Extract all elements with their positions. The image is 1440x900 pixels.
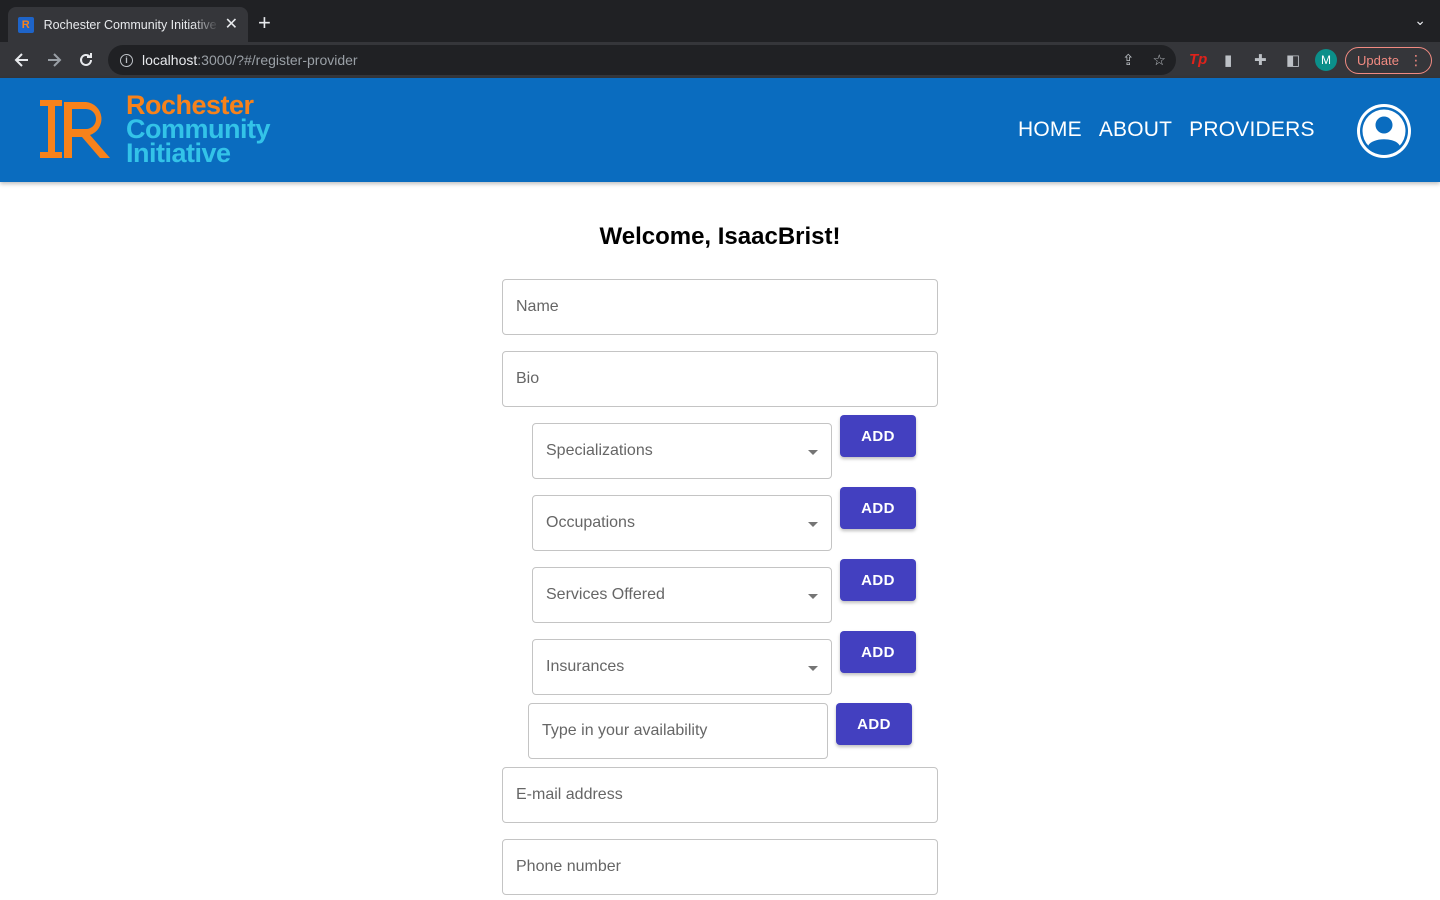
welcome-heading: Welcome, IsaacBrist! [599, 223, 841, 250]
main-nav: HOME ABOUT PROVIDERS [1018, 118, 1315, 142]
account-icon[interactable] [1357, 104, 1411, 158]
tab-close-icon[interactable]: ✕ [225, 16, 238, 33]
services-label: Services Offered [546, 586, 665, 603]
logo-mark-icon [40, 100, 110, 158]
extensions-puzzle-icon[interactable]: ✚ [1254, 51, 1267, 69]
nav-providers[interactable]: PROVIDERS [1189, 118, 1315, 142]
app-header: Rochester Community Initiative HOME ABOU… [0, 78, 1440, 182]
logo-line-3: Initiative [126, 138, 231, 168]
browser-tab-bar: R Rochester Community Initiative ✕ + ⌄ [0, 0, 1440, 42]
insurances-label: Insurances [546, 658, 625, 675]
url-host: localhost [142, 52, 198, 68]
occupations-label: Occupations [546, 514, 635, 531]
specializations-label: Specializations [546, 442, 653, 459]
name-placeholder: Name [516, 298, 559, 315]
nav-home[interactable]: HOME [1018, 118, 1082, 142]
update-button[interactable]: Update ⋮ [1345, 47, 1432, 74]
url-path: :3000/?#/register-provider [197, 52, 358, 68]
tab-search-chevron-icon[interactable]: ⌄ [1414, 12, 1426, 29]
add-service-button[interactable]: ADD [840, 559, 916, 601]
nav-about[interactable]: ABOUT [1099, 118, 1172, 142]
services-select[interactable]: Services Offered [532, 567, 832, 623]
logo-wordmark[interactable]: Rochester Community Initiative [126, 92, 271, 168]
reload-icon[interactable] [76, 50, 96, 74]
availability-placeholder: Type in your availability [542, 722, 708, 739]
tab-favicon-icon: R [18, 16, 34, 33]
dropdown-arrow-icon [808, 522, 818, 527]
specializations-select[interactable]: Specializations [532, 423, 832, 479]
occupations-select[interactable]: Occupations [532, 495, 832, 551]
bookmark-star-icon[interactable]: ☆ [1153, 51, 1166, 69]
dropdown-arrow-icon [808, 594, 818, 599]
share-icon[interactable]: ⇪ [1122, 51, 1135, 69]
dropdown-arrow-icon [808, 450, 818, 455]
email-input[interactable]: E-mail address [502, 767, 938, 823]
dropdown-arrow-icon [808, 666, 818, 671]
insurances-select[interactable]: Insurances [532, 639, 832, 695]
email-placeholder: E-mail address [516, 786, 623, 803]
back-icon[interactable] [12, 50, 32, 74]
more-menu-icon[interactable]: ⋮ [1409, 52, 1423, 68]
forward-icon[interactable] [44, 50, 64, 74]
bio-placeholder: Bio [516, 370, 540, 387]
new-tab-icon[interactable]: + [258, 12, 271, 34]
add-specialization-button[interactable]: ADD [840, 415, 916, 457]
update-label: Update [1357, 53, 1399, 68]
add-occupation-button[interactable]: ADD [840, 487, 916, 529]
side-panel-icon[interactable]: ◧ [1286, 51, 1300, 69]
phone-input[interactable]: Phone number [502, 839, 938, 895]
extension-tp-icon[interactable]: Tp [1189, 51, 1207, 68]
availability-input[interactable]: Type in your availability [528, 703, 828, 759]
phone-placeholder: Phone number [516, 858, 621, 875]
site-info-icon[interactable]: i [120, 53, 133, 67]
add-insurance-button[interactable]: ADD [840, 631, 916, 673]
profile-avatar[interactable]: M [1315, 49, 1337, 71]
browser-tab[interactable]: R Rochester Community Initiative ✕ [8, 7, 248, 42]
name-input[interactable]: Name [502, 279, 938, 335]
bio-input[interactable]: Bio [502, 351, 938, 407]
tab-title: Rochester Community Initiative [43, 17, 217, 32]
extension-icon[interactable]: ▮ [1224, 51, 1232, 69]
address-bar[interactable]: i localhost:3000/?#/register-provider ⇪ … [108, 45, 1176, 75]
add-availability-button[interactable]: ADD [836, 703, 912, 745]
browser-toolbar: i localhost:3000/?#/register-provider ⇪ … [0, 42, 1440, 78]
